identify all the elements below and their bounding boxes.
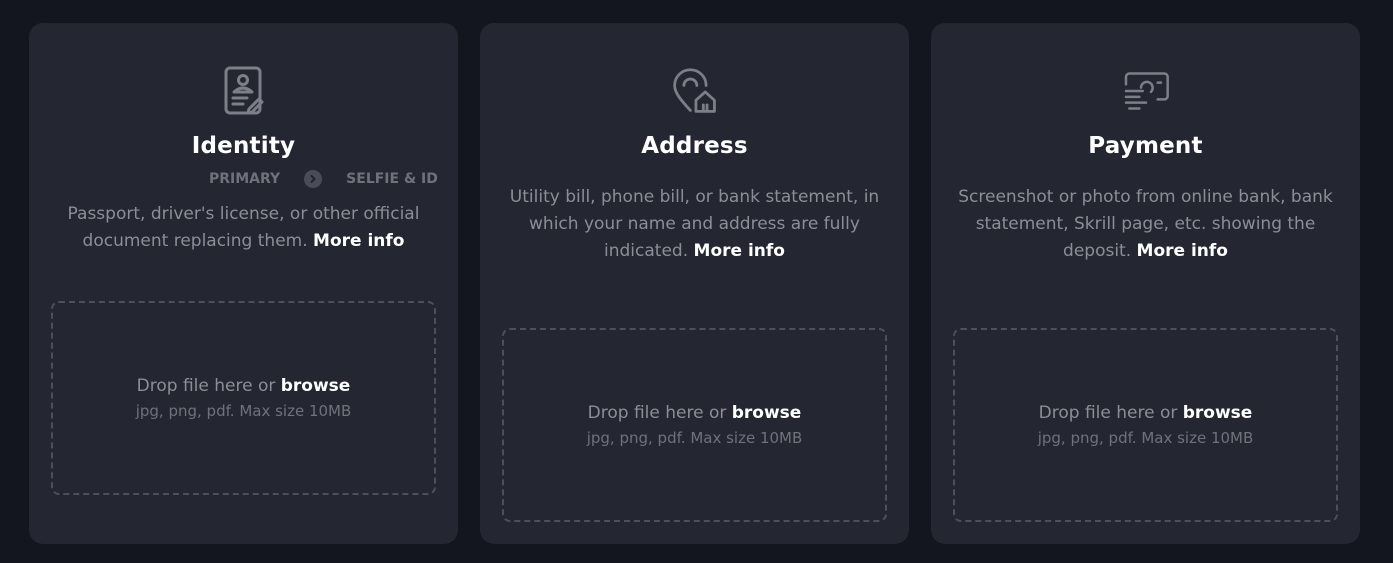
chevron-right-icon <box>304 170 323 188</box>
step-indicator: PRIMARY SELFIE & ID <box>29 168 458 190</box>
more-info-link[interactable]: More info <box>313 231 404 251</box>
more-info-link[interactable]: More info <box>694 241 785 261</box>
drop-text: Drop file here or <box>587 403 727 423</box>
file-dropzone[interactable]: Drop file here or browse jpg, png, pdf. … <box>953 328 1338 522</box>
drop-prompt: Drop file here or browse <box>588 401 802 425</box>
browse-link[interactable]: browse <box>1183 403 1253 423</box>
more-info-link[interactable]: More info <box>1137 241 1228 261</box>
card-description: Utility bill, phone bill, or bank statem… <box>500 184 890 265</box>
card-title: Address <box>641 133 748 159</box>
verification-cards: Identity PRIMARY SELFIE & ID Passport, d… <box>29 23 1360 544</box>
file-dropzone[interactable]: Drop file here or browse jpg, png, pdf. … <box>51 301 436 495</box>
file-dropzone[interactable]: Drop file here or browse jpg, png, pdf. … <box>502 328 887 522</box>
step-selfie-id[interactable]: SELFIE & ID <box>346 171 438 187</box>
browse-link[interactable]: browse <box>281 376 351 396</box>
payment-bill-icon <box>1121 66 1171 116</box>
drop-text: Drop file here or <box>136 376 276 396</box>
card-description: Passport, driver's license, or other off… <box>49 201 439 255</box>
step-primary[interactable]: PRIMARY <box>209 171 280 187</box>
drop-text: Drop file here or <box>1038 403 1178 423</box>
drop-prompt: Drop file here or browse <box>137 374 351 398</box>
payment-card: Payment Screenshot or photo from online … <box>931 23 1360 544</box>
identity-card: Identity PRIMARY SELFIE & ID Passport, d… <box>29 23 458 544</box>
file-hint: jpg, png, pdf. Max size 10MB <box>135 402 352 420</box>
id-document-icon <box>219 66 269 116</box>
location-home-icon <box>670 66 720 116</box>
card-description: Screenshot or photo from online bank, ba… <box>951 184 1341 265</box>
drop-prompt: Drop file here or browse <box>1039 401 1253 425</box>
card-title: Payment <box>1088 133 1203 159</box>
address-card: Address Utility bill, phone bill, or ban… <box>480 23 909 544</box>
file-hint: jpg, png, pdf. Max size 10MB <box>1037 429 1254 447</box>
file-hint: jpg, png, pdf. Max size 10MB <box>586 429 803 447</box>
browse-link[interactable]: browse <box>732 403 802 423</box>
card-title: Identity <box>191 133 296 159</box>
